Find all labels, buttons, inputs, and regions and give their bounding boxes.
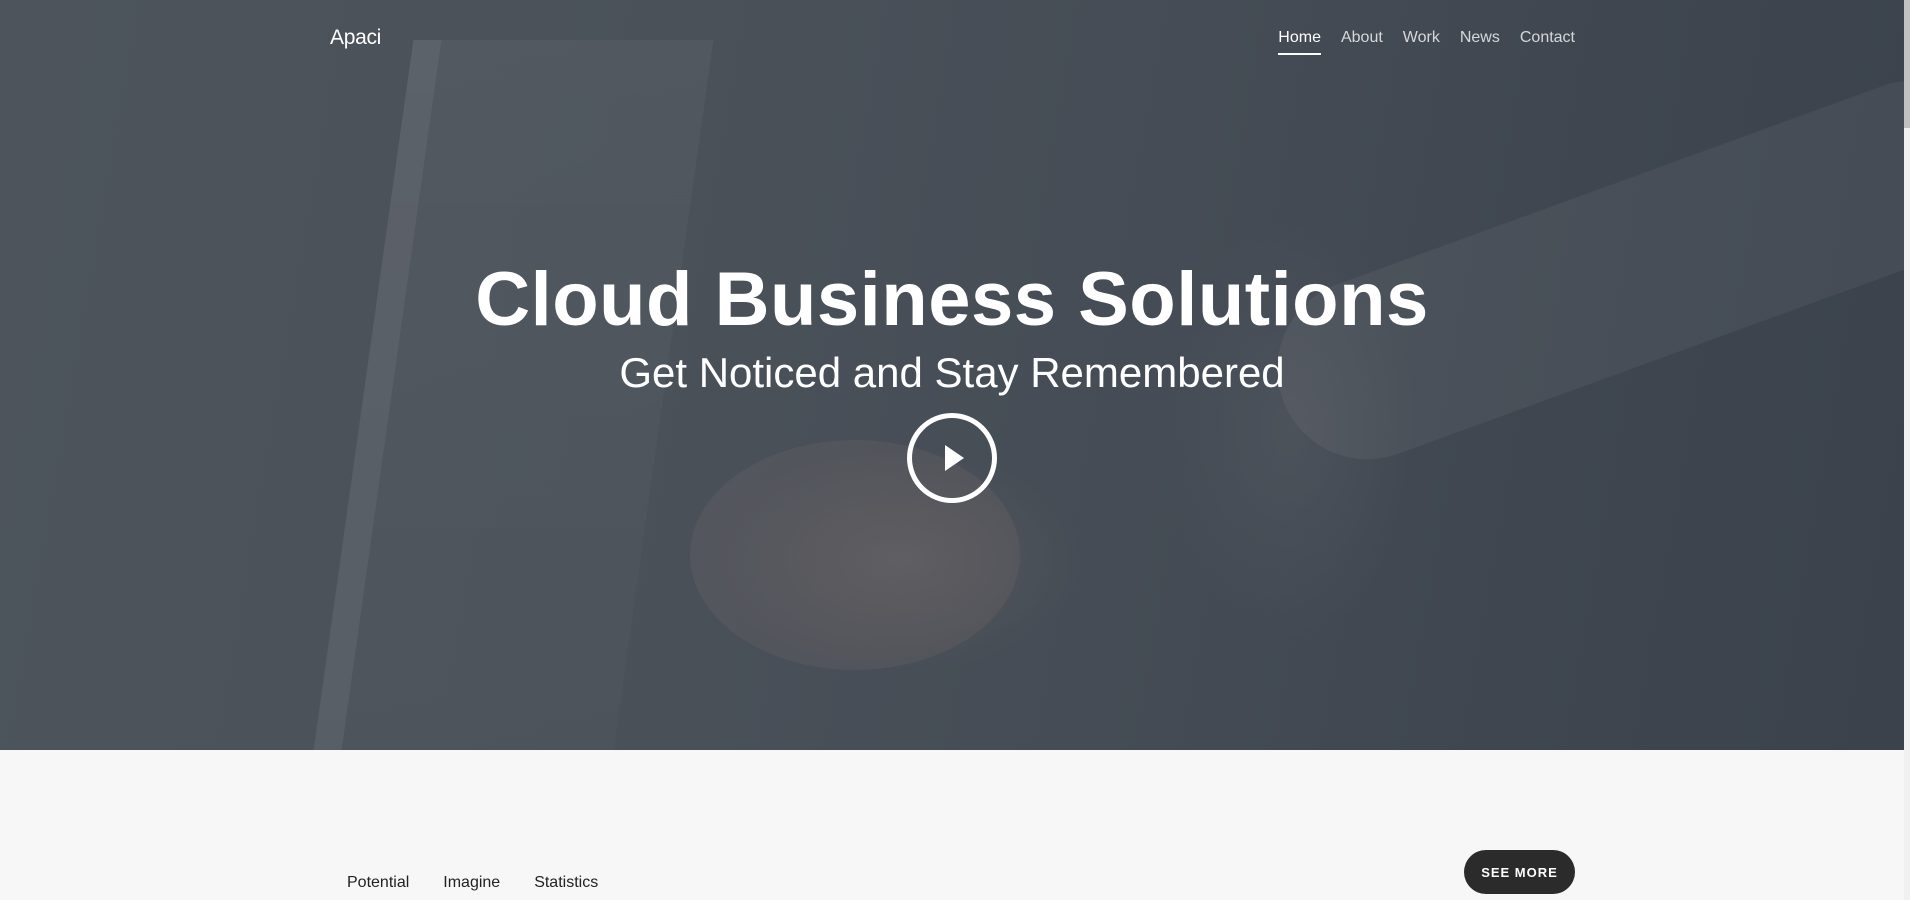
nav-link-work[interactable]: Work xyxy=(1403,29,1440,53)
tab-potential[interactable]: Potential xyxy=(347,874,409,892)
page-scrollbar[interactable] xyxy=(1904,0,1910,900)
brand-logo[interactable]: Apaci xyxy=(330,26,381,50)
feature-tabs: Potential Imagine Statistics xyxy=(347,874,598,892)
hero-content: Cloud Business Solutions Get Noticed and… xyxy=(0,255,1904,508)
features-section: Potential Imagine Statistics SEE MORE xyxy=(0,750,1904,900)
hero-subtitle: Get Noticed and Stay Remembered xyxy=(619,349,1285,396)
top-navigation: Apaci Home About Work News Contact xyxy=(330,26,1575,60)
nav-item-home: Home xyxy=(1278,29,1321,55)
nav-link-news[interactable]: News xyxy=(1460,29,1500,53)
nav-link-about[interactable]: About xyxy=(1341,29,1383,53)
nav-item-contact: Contact xyxy=(1520,29,1575,55)
nav-item-work: Work xyxy=(1403,29,1440,55)
scrollbar-thumb[interactable] xyxy=(1904,0,1910,128)
nav-link-home[interactable]: Home xyxy=(1278,29,1321,55)
tab-statistics[interactable]: Statistics xyxy=(534,874,598,892)
play-video-button[interactable] xyxy=(907,413,997,503)
nav-item-about: About xyxy=(1341,29,1383,55)
see-more-button[interactable]: SEE MORE xyxy=(1464,850,1575,894)
play-icon xyxy=(945,445,964,471)
nav-menu: Home About Work News Contact xyxy=(1278,29,1575,55)
tab-imagine[interactable]: Imagine xyxy=(443,874,500,892)
hero-section: Apaci Home About Work News Contact Cloud… xyxy=(0,0,1904,750)
hero-title: Cloud Business Solutions xyxy=(475,257,1429,342)
nav-item-news: News xyxy=(1460,29,1500,55)
nav-link-contact[interactable]: Contact xyxy=(1520,29,1575,53)
